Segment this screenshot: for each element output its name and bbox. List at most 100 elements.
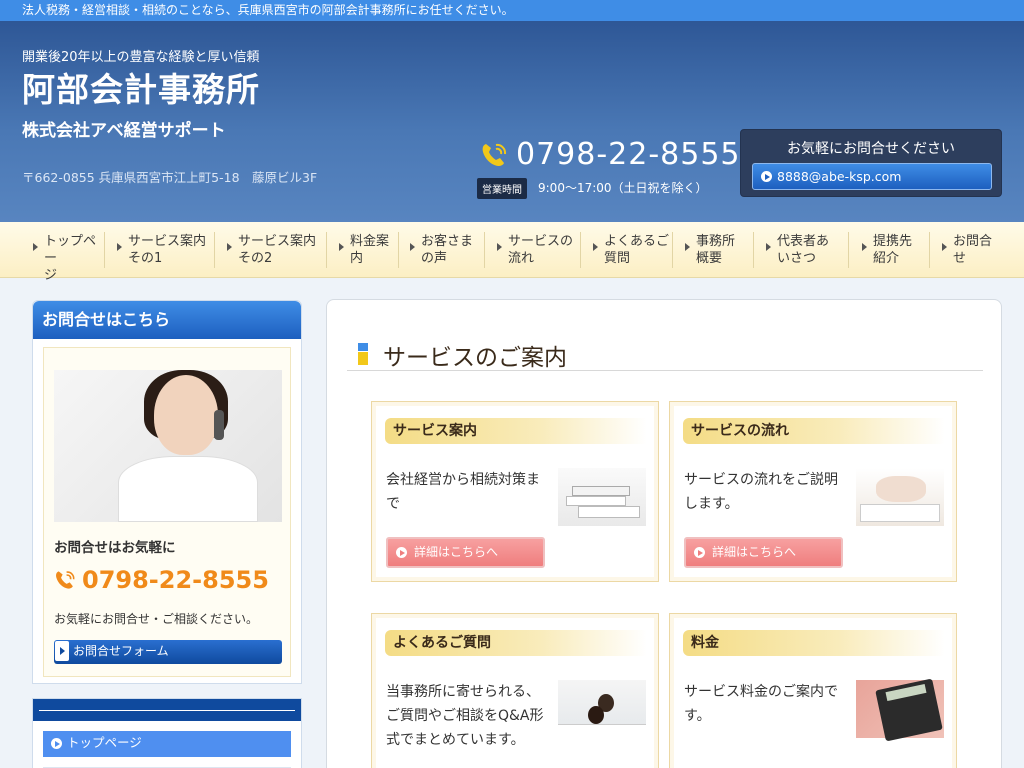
- nav-label: よくあるご 質問: [604, 234, 670, 266]
- calculator-image: [856, 678, 944, 742]
- page-title: サービスのご案内: [383, 345, 567, 371]
- title-marker-icon: [358, 343, 368, 365]
- service-card-faq: よくあるご質問 当事務所に寄せられる、ご質問やご相談をQ&A形式でまとめています…: [371, 613, 659, 768]
- person-shape: [588, 706, 604, 724]
- office-image: [558, 680, 646, 738]
- card-text: サービスの流れをご説明します。: [684, 472, 838, 512]
- nav-divider: [848, 232, 849, 268]
- card-text: 当事務所に寄せられる、ご質問やご相談をQ&A形式でまとめています。: [386, 684, 544, 748]
- nav-divider: [580, 232, 581, 268]
- headset-icon: [214, 410, 224, 440]
- card-text: サービス料金のご案内です。: [684, 684, 838, 724]
- phone-icon: [56, 571, 75, 589]
- nav-item-office[interactable]: 事務所 概要: [682, 228, 752, 272]
- play-circle-icon: [51, 738, 62, 749]
- sidebar-item-top[interactable]: トップページ: [43, 731, 291, 757]
- global-nav: トップペー ジ サービス案内 その1 サービス案内 その2 料金案 内 お客さま…: [0, 222, 1024, 283]
- nav-item-service-2[interactable]: サービス案内 その2: [224, 228, 324, 272]
- business-hours: 9:00〜17:00（土日祝を除く）: [538, 181, 708, 195]
- nav-label: トップペー ジ: [44, 234, 97, 283]
- header-phone-number[interactable]: 0798-22-8555: [516, 137, 741, 172]
- sidebar-contact-label: お問合せはお気軽に: [54, 540, 176, 556]
- service-card-flow: サービスの流れ サービスの流れをご説明します。 詳細はこちらへ: [669, 401, 957, 582]
- detail-button-label: 詳細はこちらへ: [414, 545, 499, 559]
- nav-item-service-1[interactable]: サービス案内 その1: [114, 228, 210, 272]
- nav-item-pricing[interactable]: 料金案 内: [336, 228, 398, 272]
- nav-item-contact[interactable]: お問合 せ: [939, 228, 1003, 272]
- nav-divider: [326, 232, 327, 268]
- nav-label: 事務所 概要: [696, 234, 736, 266]
- email-label: 8888@abe-ksp.com: [777, 169, 902, 184]
- chevron-right-icon: [55, 641, 69, 661]
- service-card-services: サービス案内 会社経営から相続対策まで 詳細はこちらへ: [371, 401, 659, 582]
- nav-label: お客さま の声: [421, 234, 474, 266]
- nav-item-faq[interactable]: よくあるご 質問: [590, 228, 670, 272]
- book-shape: [566, 496, 626, 506]
- nav-label: 提携先 紹介: [873, 234, 913, 266]
- nav-label: サービス案内 その1: [128, 234, 207, 266]
- site-title[interactable]: 阿部会計事務所: [22, 63, 260, 111]
- sidebar-contact-body: お問合せはお気軽に 0798-22-8555 お気軽にお問合せ・ご相談ください。…: [43, 347, 291, 677]
- card-heading: 料金: [683, 630, 945, 656]
- detail-button-label: 詳細はこちらへ: [712, 545, 797, 559]
- nav-label: サービスの 流れ: [508, 234, 574, 266]
- play-circle-icon: [694, 547, 705, 558]
- header-contact-box: お気軽にお問合せください 8888@abe-ksp.com: [740, 129, 1002, 197]
- nav-label: サービス案内 その2: [238, 234, 317, 266]
- arm-shape: [876, 476, 926, 502]
- nav-item-top[interactable]: トップペー ジ: [30, 228, 102, 283]
- nav-item-greeting[interactable]: 代表者あ いさつ: [763, 228, 841, 272]
- sidebar-contact-panel: お問合せはこちら お問合せはお気軽に 0798-22-8555 お気軽にお問合せ…: [32, 300, 302, 684]
- nav-label: 代表者あ いさつ: [777, 234, 830, 266]
- site-header: 開業後20年以上の豊富な経験と厚い信頼 阿部会計事務所 株式会社アベ経営サポート…: [0, 21, 1024, 222]
- title-divider: [347, 370, 983, 371]
- nav-label: 料金案 内: [350, 234, 390, 266]
- phone-icon: [482, 143, 507, 166]
- detail-button[interactable]: 詳細はこちらへ: [386, 537, 545, 568]
- sidebar-contact-header: お問合せはこちら: [33, 301, 301, 339]
- nav-divider: [672, 232, 673, 268]
- main-content: サービスのご案内 サービス案内 会社経営から相続対策まで 詳細はこちらへ サービ…: [326, 299, 1002, 768]
- card-heading: サービス案内: [385, 418, 647, 444]
- card-heading: サービスの流れ: [683, 418, 945, 444]
- nav-item-flow[interactable]: サービスの 流れ: [494, 228, 578, 272]
- top-banner: 法人税務・経営相談・相続のことなら、兵庫県西宮市の阿部会計事務所にお任せください…: [0, 0, 1024, 21]
- nav-divider: [753, 232, 754, 268]
- card-text: 会社経営から相続対策まで: [386, 472, 540, 512]
- detail-button[interactable]: 詳細はこちらへ: [684, 537, 843, 568]
- nav-item-partners[interactable]: 提携先 紹介: [859, 228, 927, 272]
- nav-divider: [398, 232, 399, 268]
- nav-divider: [104, 232, 105, 268]
- paper-shape: [860, 504, 940, 522]
- sidebar-nav: トップページ: [32, 698, 302, 768]
- book-shape: [572, 486, 630, 496]
- address: 〒662-0855 兵庫県西宮市江上町5-18 藤原ビル3F: [22, 170, 318, 185]
- nav-divider: [929, 232, 930, 268]
- photo-face: [154, 375, 218, 455]
- play-circle-icon: [396, 547, 407, 558]
- contact-box-title: お気軽にお問合せください: [787, 141, 955, 157]
- company-name: 株式会社アベ経営サポート: [22, 121, 226, 141]
- nav-divider: [484, 232, 485, 268]
- operator-photo: [54, 370, 282, 522]
- contact-form-button[interactable]: お問合せフォーム: [54, 640, 282, 664]
- contact-form-label: お問合せフォーム: [73, 644, 169, 658]
- writing-image: [856, 468, 944, 526]
- sidebar-phone-number[interactable]: 0798-22-8555: [82, 566, 269, 594]
- title-marker-top: [358, 343, 368, 351]
- card-heading: よくあるご質問: [385, 630, 647, 656]
- nav-label: お問合 せ: [953, 234, 993, 266]
- sidebar-note: お気軽にお問合せ・ご相談ください。: [54, 612, 259, 626]
- desk-shape: [558, 724, 646, 738]
- nav-item-voices[interactable]: お客さま の声: [407, 228, 479, 272]
- hours-badge: 営業時間: [477, 178, 527, 199]
- nav-divider: [214, 232, 215, 268]
- title-marker-bottom: [358, 352, 368, 365]
- play-circle-icon: [761, 171, 772, 182]
- book-shape: [578, 506, 640, 518]
- sidebar-item-label: トップページ: [67, 735, 142, 750]
- service-card-pricing: 料金 サービス料金のご案内です。: [669, 613, 957, 768]
- email-button[interactable]: 8888@abe-ksp.com: [752, 163, 992, 190]
- photo-body: [118, 456, 258, 522]
- books-image: [558, 468, 646, 526]
